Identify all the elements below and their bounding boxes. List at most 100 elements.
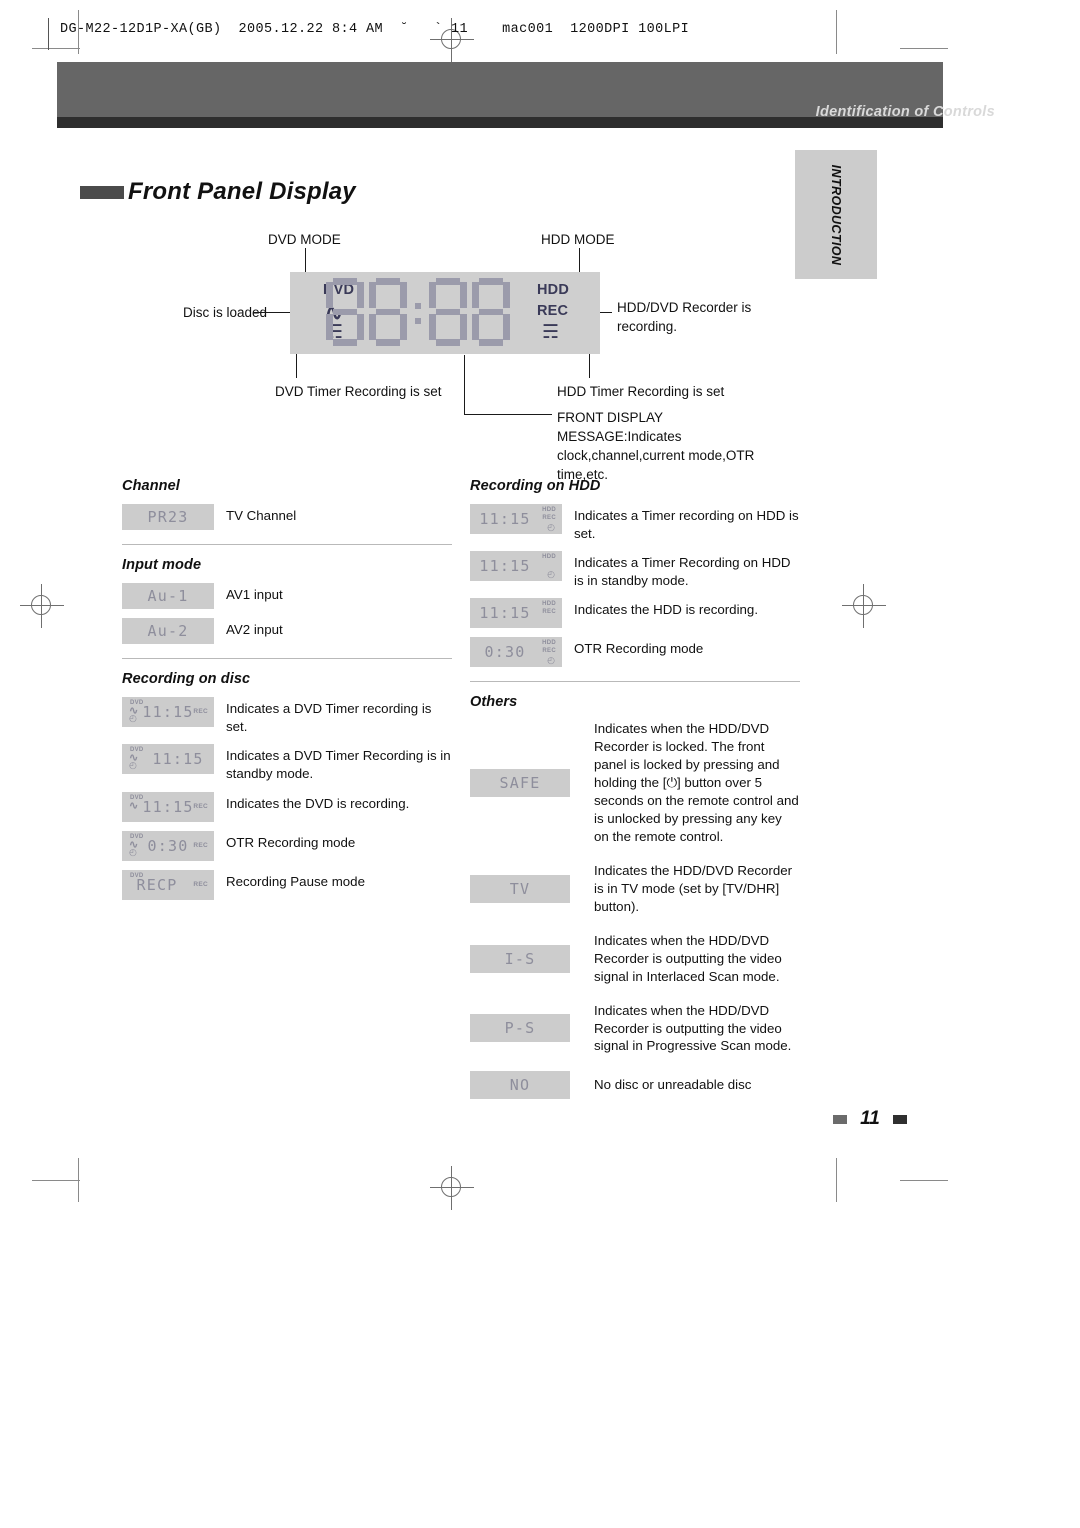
subheading-recording-on-hdd: Recording on HDD [470, 478, 601, 494]
leader-front-message-v [464, 355, 466, 415]
list-item: Au-2 AV2 input [122, 618, 452, 645]
crop-mark-bottom-right-v [836, 1158, 838, 1202]
panel-label-rec: REC [537, 303, 569, 319]
lcd-chip-text: Au-2 [147, 622, 189, 641]
list-item-description: Indicates the HDD is recording. [574, 602, 759, 618]
list-item-description: No disc or unreadable disc [594, 1077, 752, 1093]
footer-square-right-icon [893, 1114, 908, 1124]
lcd-chip-dvd-timer-standby: DVD ∿ ◴ 11:15 [122, 744, 214, 775]
callout-hdd-mode: HDD MODE [541, 232, 615, 247]
crop-mark-top-left-h [32, 48, 80, 50]
registration-mark-bottom [430, 1166, 474, 1210]
lcd-chip-hdd-otr: HDD REC ◴ 0:30 [470, 637, 562, 668]
lcd-chip-text: 11:15 [479, 510, 531, 528]
lcd-chip-text: PR23 [147, 508, 189, 526]
page-number: 11 [860, 1108, 880, 1129]
list-item: HDD REC 11:15 Indicates the HDD is recor… [470, 598, 800, 629]
lcd-chip-text: 11:15 [142, 703, 194, 722]
lcd-chip-safe: SAFE [470, 769, 570, 798]
lcd-chip-text: 11:15 [479, 604, 531, 623]
seven-segment-digit [369, 278, 407, 346]
subheading-others: Others [470, 694, 518, 711]
seven-segment-digit [429, 278, 467, 346]
callout-dvd-mode: DVD MODE [268, 232, 341, 247]
callout-recorder-recording: HDD/DVD Recorder is recording. [617, 300, 752, 335]
lcd-chip-text: I-S [504, 949, 536, 968]
page-canvas: DG-M22-12D1P-XA(GB) 2005.12.22 8:4 AM ˘ … [0, 0, 1080, 1528]
footer-square-left-icon [832, 1114, 847, 1124]
section-tab-introduction: INTRODUCTION [795, 150, 877, 279]
crop-mark-bottom-right-h [900, 1180, 948, 1182]
seven-segment-colon [412, 278, 424, 346]
chapter-title: Identification of Controls [815, 104, 995, 120]
lcd-chip-av2: Au-2 [122, 618, 214, 645]
lcd-chip-text: P-S [504, 1019, 536, 1038]
list-item-description: Indicates a Timer recording on HDD is se… [574, 508, 799, 541]
list-item-description: OTR Recording mode [574, 641, 704, 657]
lcd-chip-av1: Au-1 [122, 583, 214, 610]
divider [122, 544, 452, 546]
page-title: Front Panel Display [128, 178, 356, 205]
list-item-description: Indicates when the HDD/DVD Recorder is o… [594, 932, 782, 984]
list-item-description: Indicates a DVD Timer recording is set. [226, 701, 432, 734]
list-item-description: Indicates when the HDD/DVD Recorder is l… [594, 721, 799, 844]
list-item: I-S Indicates when the HDD/DVD Recorder … [470, 932, 800, 986]
list-item-description: TV Channel [226, 508, 297, 523]
lcd-chip-text: 11:15 [152, 750, 204, 769]
seven-segment-digit [472, 278, 510, 346]
left-column: Channel PR23 TV Channel Input mode Au-1 … [122, 478, 452, 909]
leader-front-message-h [464, 414, 552, 416]
lcd-chip-dvd-recording: DVD ∿ REC 11:15 [122, 791, 214, 822]
list-item: HDD REC ◴ 11:15 Indicates a Timer record… [470, 504, 800, 542]
slug-divider [48, 18, 50, 50]
list-item-description: Recording Pause mode [226, 873, 365, 889]
lcd-chip-tv: TV [470, 874, 570, 903]
registration-mark-left [20, 584, 64, 628]
subheading-recording-on-disc: Recording on disc [122, 671, 251, 688]
crop-mark-top-right-h [900, 48, 948, 50]
panel-label-hdd: HDD [537, 282, 570, 298]
list-item: P-S Indicates when the HDD/DVD Recorder … [470, 1002, 800, 1056]
lcd-chip-hdd-timer-set: HDD REC ◴ 11:15 [470, 504, 562, 534]
lcd-chip-no-disc: NO [470, 1071, 570, 1100]
crop-mark-bottom-left-v [78, 1158, 80, 1202]
list-item-description: Indicates the HDD/DVD Recorder is in TV … [594, 862, 793, 914]
lcd-chip-text: SAFE [499, 774, 541, 793]
list-item: PR23 TV Channel [122, 504, 452, 530]
subheading-channel: Channel [122, 478, 180, 494]
section-tab-label: INTRODUCTION [829, 164, 843, 265]
list-item-description: AV1 input [226, 587, 283, 603]
callout-dvd-timer-set: DVD Timer Recording is set [275, 384, 442, 399]
list-item-description: Indicates a DVD Timer Recording is in st… [226, 748, 451, 782]
hdd-timer-clock-icon: ☴ [542, 322, 560, 343]
list-item: DVD ∿ ◴ 11:15 Indicates a DVD Timer Reco… [122, 744, 452, 782]
list-item: NO No disc or unreadable disc [470, 1071, 800, 1100]
list-item: DVD ∿ REC 11:15 Indicates the DVD is rec… [122, 791, 452, 822]
lcd-chip-dvd-timer-set: DVD ∿ ◴ REC 11:15 [122, 697, 214, 728]
registration-mark-right [842, 584, 886, 628]
list-item-description: Indicates the DVD is recording. [226, 795, 410, 811]
lcd-chip-text: 11:15 [142, 797, 194, 816]
print-slug-line: DG-M22-12D1P-XA(GB) 2005.12.22 8:4 AM ˘ … [60, 22, 690, 37]
list-item: DVD ∿ ◴ REC 11:15 Indicates a DVD Timer … [122, 697, 452, 735]
list-item: TV Indicates the HDD/DVD Recorder is in … [470, 862, 800, 916]
list-item: DVD REC RECP Recording Pause mode [122, 869, 452, 900]
list-item: HDD ◴ 11:15 Indicates a Timer Recording … [470, 551, 800, 589]
crop-mark-bottom-left-h [32, 1180, 80, 1182]
list-item: HDD REC ◴ 0:30 OTR Recording mode [470, 637, 800, 668]
lcd-chip-hdd-timer-standby: HDD ◴ 11:15 [470, 551, 562, 582]
page-footer: 11 [0, 1108, 1080, 1130]
callout-hdd-timer-set: HDD Timer Recording is set [557, 384, 725, 399]
divider [122, 658, 452, 660]
lcd-chip-pr23: PR23 [122, 504, 214, 530]
lcd-chip-text: TV [509, 879, 531, 898]
lcd-chip-interlaced-scan: I-S [470, 944, 570, 973]
divider [470, 681, 800, 683]
right-column: Recording on HDD HDD REC ◴ 11:15 Indicat… [470, 478, 800, 1112]
crop-mark-top-right-v [836, 10, 838, 54]
lcd-chip-text: Au-1 [147, 587, 189, 606]
chapter-banner-underline [57, 117, 943, 128]
lcd-chip-dvd-otr: DVD ∿ ◴ REC 0:30 [122, 830, 214, 861]
lcd-chip-hdd-recording: HDD REC 11:15 [470, 598, 562, 629]
list-item: SAFE Indicates when the HDD/DVD Recorder… [470, 720, 800, 846]
